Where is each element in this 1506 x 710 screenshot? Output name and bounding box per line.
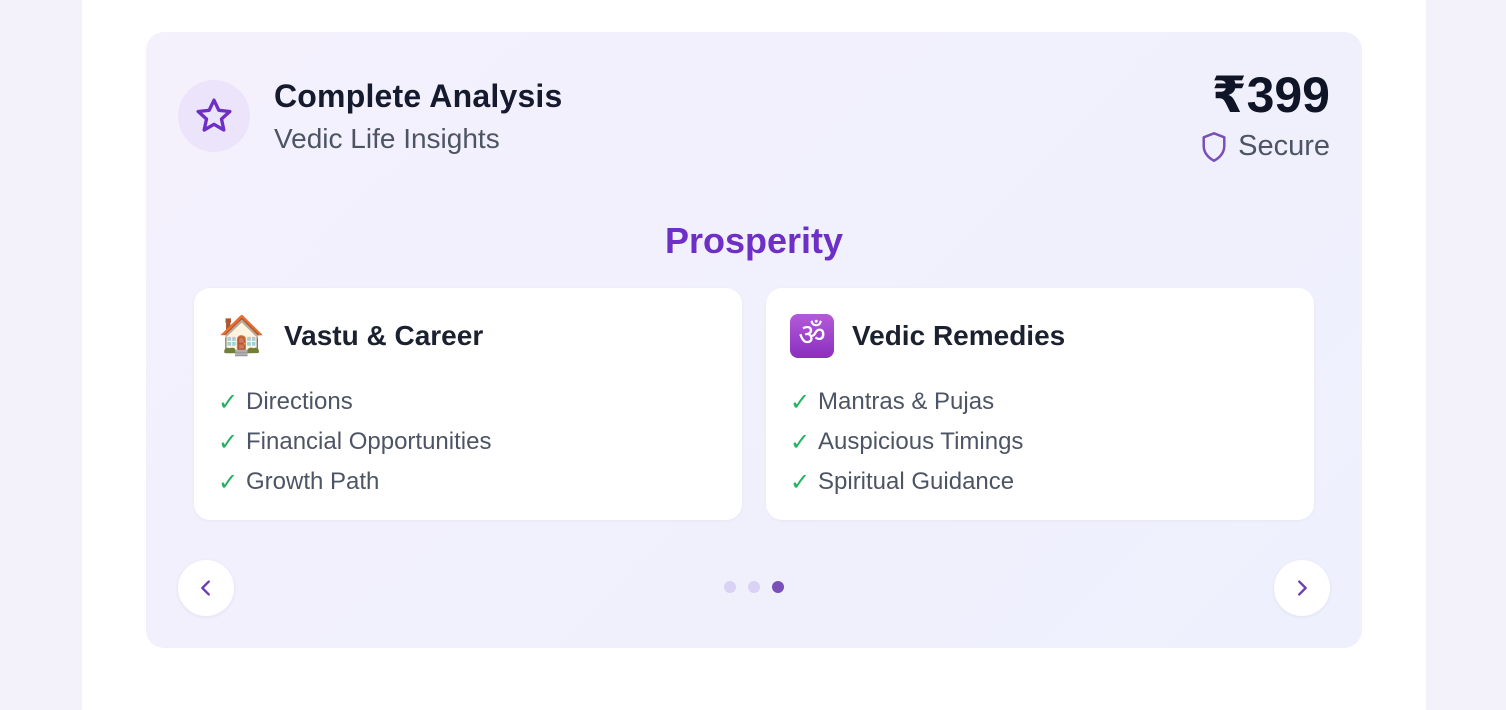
section-title: Prosperity xyxy=(664,220,844,261)
om-icon: ॐ xyxy=(790,314,834,358)
plan-badge xyxy=(178,80,250,152)
feature-item-label: Growth Path xyxy=(246,468,380,495)
feature-title: Vastu & Career xyxy=(284,320,484,351)
list-item: ✓ Directions xyxy=(218,382,491,422)
chevron-right-icon xyxy=(1298,580,1307,596)
house-icon: 🏠 xyxy=(218,315,266,357)
list-item: ✓ Auspicious Timings xyxy=(790,422,1023,462)
check-icon: ✓ xyxy=(790,428,811,456)
feature-list: ✓ Mantras & Pujas ✓ Auspicious Timings ✓ Sp… xyxy=(790,382,1023,502)
feature-card-vastu-career: 🏠 Vastu & Career ✓ Directions ✓ Financial … xyxy=(194,288,742,520)
plan-subtitle: Vedic Life Insights xyxy=(274,123,500,154)
star-icon xyxy=(196,98,232,132)
page-container: Complete Analysis Vedic Life Insights ₹3… xyxy=(82,0,1426,710)
feature-item-label: Mantras & Pujas xyxy=(818,388,995,415)
list-item: ✓ Spiritual Guidance xyxy=(790,462,1023,502)
check-icon: ✓ xyxy=(218,428,239,456)
feature-item-label: Financial Opportunities xyxy=(246,428,492,455)
plan-title: Complete Analysis xyxy=(274,78,563,114)
feature-title: Vedic Remedies xyxy=(852,320,1066,351)
secure-badge: Secure xyxy=(1200,130,1330,163)
check-icon: ✓ xyxy=(218,468,239,496)
carousel-pagination xyxy=(146,581,1362,593)
feature-header: ॐ Vedic Remedies xyxy=(790,314,1065,358)
secure-label: Secure xyxy=(1238,130,1330,162)
carousel-next-button[interactable] xyxy=(1274,560,1330,616)
feature-list: ✓ Directions ✓ Financial Opportunities ✓ Gr… xyxy=(218,382,491,502)
feature-header: 🏠 Vastu & Career xyxy=(218,314,483,358)
check-icon: ✓ xyxy=(790,388,811,416)
carousel-dot-3[interactable] xyxy=(772,581,784,593)
check-icon: ✓ xyxy=(790,468,811,496)
list-item: ✓ Mantras & Pujas xyxy=(790,382,1023,422)
feature-item-label: Spiritual Guidance xyxy=(818,468,1015,495)
plan-card: Complete Analysis Vedic Life Insights ₹3… xyxy=(146,32,1362,648)
feature-card-vedic-remedies: ॐ Vedic Remedies ✓ Mantras & Pujas ✓ Auspi… xyxy=(766,288,1314,520)
feature-item-label: Directions xyxy=(246,388,353,415)
list-item: ✓ Growth Path xyxy=(218,462,491,502)
feature-item-label: Auspicious Timings xyxy=(818,428,1024,455)
list-item: ✓ Financial Opportunities xyxy=(218,422,491,462)
carousel-dot-2[interactable] xyxy=(748,581,760,593)
check-icon: ✓ xyxy=(218,388,239,416)
shield-icon xyxy=(1202,131,1226,162)
carousel-dot-1[interactable] xyxy=(724,581,736,593)
plan-price: ₹399 xyxy=(1211,67,1330,123)
